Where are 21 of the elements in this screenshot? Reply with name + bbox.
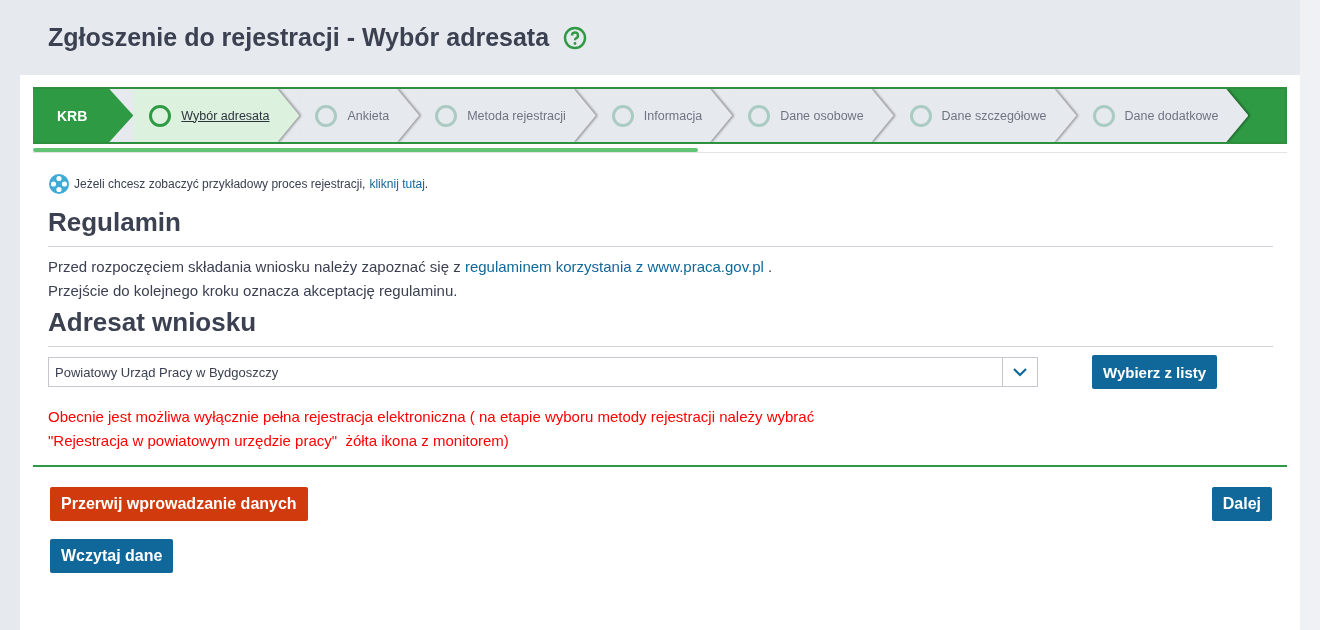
- load-data-button[interactable]: Wczytaj dane: [50, 539, 174, 573]
- pick-from-list-button[interactable]: Wybierz z listy: [1092, 355, 1218, 389]
- addressee-select[interactable]: Powiatowy Urząd Pracy w Bydgoszczy: [48, 357, 1038, 387]
- punctuation: .: [768, 258, 773, 275]
- chevron-down-icon: [1013, 367, 1027, 377]
- section-heading: Regulamin: [48, 207, 1273, 247]
- rules-text: Przed rozpoczęciem składania wniosku należy zapoznać się z: [48, 258, 461, 275]
- demo-link[interactable]: kliknij tutaj: [369, 177, 425, 191]
- film-reel-icon: [48, 173, 70, 195]
- wizard-step[interactable]: Wybór adresata: [133, 89, 300, 142]
- section-heading: Adresat wniosku: [48, 307, 1273, 347]
- punctuation: .: [424, 177, 429, 191]
- rules-link[interactable]: regulaminem korzystania z www.praca.gov.pl: [464, 258, 764, 275]
- help-icon[interactable]: [563, 25, 588, 50]
- abort-button[interactable]: Przerwij wprowadzanie danych: [50, 487, 308, 521]
- warning-text: Obecnie jest możliwa wyłącznie pełna rejestracja elektroniczna ( na etapie wyboru metody rejestracji należy wybrać "Rejestracja w powiatowym urzędzie pracy" żółta ikona z monitorem): [48, 407, 816, 451]
- demo-note: Jeżeli chcesz zobaczyć przykładowy proces rejestracji,: [74, 177, 366, 191]
- page-title: Zgłoszenie do rejestracji - Wybór adresata: [48, 23, 550, 52]
- rules-note: Przejście do kolejnego kroku oznacza akceptację regulaminu.: [48, 281, 459, 301]
- wizard-start: KRB: [33, 89, 134, 142]
- next-button[interactable]: Dalej: [1211, 487, 1272, 521]
